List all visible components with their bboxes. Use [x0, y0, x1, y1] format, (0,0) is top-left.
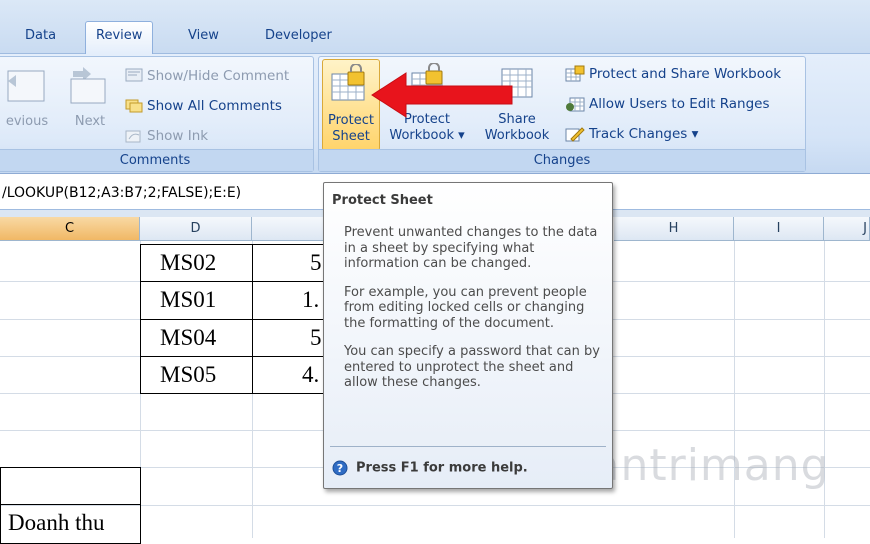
tab-view[interactable]: View — [178, 22, 229, 52]
cell-c-bordered[interactable] — [0, 467, 141, 505]
svg-text:?: ? — [337, 462, 343, 475]
column-header-j[interactable]: J — [824, 217, 870, 241]
tooltip-paragraph: You can specify a password that can by e… — [344, 344, 600, 390]
cell-d-ms05[interactable]: MS05 — [160, 362, 216, 388]
column-header-c[interactable]: C — [0, 217, 140, 241]
comments-group: evious Next Show/Hide Comment Show All C… — [0, 56, 314, 172]
cell-d-ms04[interactable]: MS04 — [160, 325, 216, 351]
track-changes-button[interactable]: Track Changes ▾ — [565, 125, 698, 143]
show-all-comments-icon — [125, 99, 143, 113]
changes-group-label: Changes — [319, 149, 805, 171]
cell-d-ms01[interactable]: MS01 — [160, 287, 216, 313]
table-inner-line — [140, 281, 324, 282]
grid-line — [824, 241, 825, 538]
tab-developer[interactable]: Developer — [255, 22, 342, 52]
allow-users-edit-ranges-button[interactable]: Allow Users to Edit Ranges — [565, 95, 770, 113]
protect-sheet-tooltip: Protect Sheet Prevent unwanted changes t… — [323, 182, 613, 489]
formula-text: /LOOKUP(B12;A3:B7;2;FALSE);E:E) — [2, 185, 242, 201]
cell-e-value[interactable]: 4. — [302, 362, 319, 388]
tooltip-paragraph: For example, you can prevent people from… — [344, 284, 587, 331]
cell-c-doanh-thu-text: Doanh thu — [8, 510, 105, 535]
show-all-comments-button[interactable]: Show All Comments — [125, 97, 282, 115]
show-hide-comment-icon — [125, 68, 143, 82]
previous-comment-button[interactable]: evious — [0, 65, 57, 130]
cell-e-value[interactable]: 5 — [310, 250, 322, 276]
cell-d-ms02[interactable]: MS02 — [160, 250, 216, 276]
column-header-i[interactable]: I — [734, 217, 824, 241]
tab-review[interactable]: Review — [85, 21, 154, 54]
table-inner-line — [140, 356, 324, 357]
column-header-e[interactable] — [252, 217, 324, 241]
allow-users-edit-ranges-icon — [566, 97, 585, 112]
tooltip-body: Prevent unwanted changes to the data in … — [344, 225, 606, 404]
next-comment-button[interactable]: Next — [65, 65, 115, 130]
column-header-d[interactable]: D — [140, 217, 252, 241]
help-icon: ? — [332, 460, 348, 476]
protect-share-workbook-icon — [565, 65, 585, 82]
tooltip-separator — [330, 446, 606, 447]
track-changes-icon — [565, 127, 585, 142]
tooltip-title: Protect Sheet — [332, 193, 433, 208]
next-comment-icon — [70, 67, 106, 104]
protect-sheet-icon — [331, 63, 365, 101]
tooltip-help: ? Press F1 for more help. — [332, 460, 528, 476]
show-ink-button[interactable]: Show Ink — [125, 127, 208, 145]
previous-comment-icon — [7, 70, 45, 102]
column-header-h[interactable]: H — [614, 217, 734, 241]
show-ink-icon — [125, 130, 141, 143]
ribbon-tab-bar: Data Review View Developer — [0, 0, 870, 54]
table-inner-line — [140, 319, 324, 320]
comments-group-label: Comments — [0, 149, 313, 171]
tooltip-paragraph: Prevent unwanted changes to the data in … — [344, 225, 598, 271]
tab-data[interactable]: Data — [15, 22, 66, 52]
show-hide-comment-button[interactable]: Show/Hide Comment — [125, 67, 289, 85]
cell-e-value[interactable]: 5 — [310, 325, 322, 351]
grid-line — [734, 241, 735, 538]
protect-share-workbook-button[interactable]: Protect and Share Workbook — [565, 65, 781, 83]
ribbon: evious Next Show/Hide Comment Show All C… — [0, 54, 870, 174]
red-arrow-icon — [371, 72, 513, 118]
cell-e-value[interactable]: 1. — [302, 287, 319, 313]
